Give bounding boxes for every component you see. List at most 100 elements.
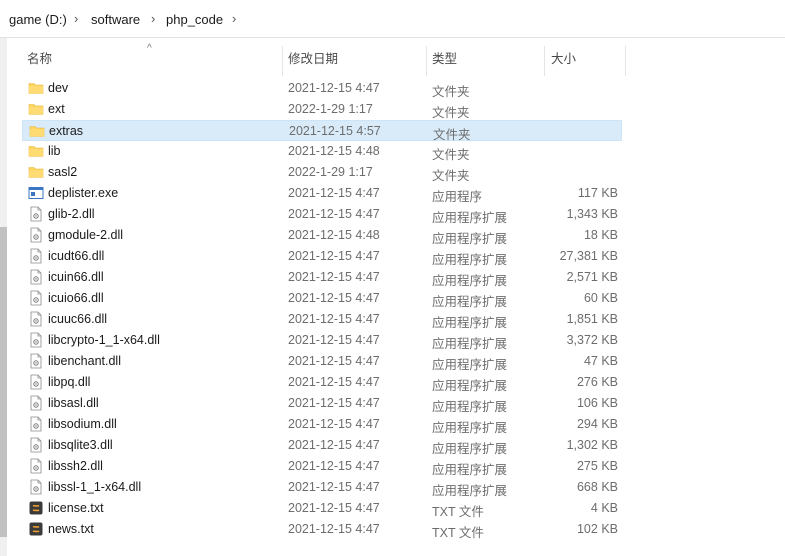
file-name: libssl-1_1-x64.dll — [48, 480, 142, 494]
file-type: 应用程序扩展 — [432, 484, 508, 498]
file-type: 文件夹 — [432, 148, 470, 162]
file-date-modified: 2021-12-15 4:47 — [288, 522, 380, 536]
file-name: glib-2.dll — [48, 207, 95, 221]
address-bar[interactable]: game (D:) › software › php_code › — [0, 0, 785, 38]
file-row[interactable]: deplister.exe 2021-12-15 4:47 应用程序 117 KB — [22, 183, 622, 204]
file-name: icuio66.dll — [48, 291, 104, 305]
file-name: libsqlite3.dll — [48, 438, 113, 452]
file-name: lib — [48, 144, 61, 158]
file-date-modified: 2021-12-15 4:47 — [288, 249, 380, 263]
file-type: 应用程序 — [432, 190, 483, 204]
file-size: 4 KB — [590, 501, 618, 515]
breadcrumb-item-php-code[interactable]: php_code — [166, 12, 223, 27]
exe-icon — [28, 185, 44, 201]
file-row[interactable]: dev 2021-12-15 4:47 文件夹 — [22, 78, 622, 99]
file-name: gmodule-2.dll — [48, 228, 124, 242]
column-divider[interactable] — [544, 46, 545, 76]
column-header-type[interactable]: 类型 — [432, 38, 457, 77]
file-size: 106 KB — [576, 396, 618, 410]
file-name: libsodium.dll — [48, 417, 117, 431]
file-type: 应用程序扩展 — [432, 337, 508, 351]
dll-icon — [28, 479, 44, 495]
file-row[interactable]: license.txt 2021-12-15 4:47 TXT 文件 4 KB — [22, 498, 622, 519]
file-row[interactable]: sasl2 2022-1-29 1:17 文件夹 — [22, 162, 622, 183]
file-row[interactable]: glib-2.dll 2021-12-15 4:47 应用程序扩展 1,343 KB — [22, 204, 622, 225]
file-date-modified: 2021-12-15 4:47 — [288, 438, 380, 452]
file-size: 275 KB — [576, 459, 618, 473]
file-row[interactable]: icuio66.dll 2021-12-15 4:47 应用程序扩展 60 KB — [22, 288, 622, 309]
file-date-modified: 2021-12-15 4:48 — [288, 144, 380, 158]
file-row[interactable]: ext 2022-1-29 1:17 文件夹 — [22, 99, 622, 120]
file-row[interactable]: libssl-1_1-x64.dll 2021-12-15 4:47 应用程序扩展 6… — [22, 477, 622, 498]
dll-icon — [28, 227, 44, 243]
file-date-modified: 2021-12-15 4:47 — [288, 480, 380, 494]
file-type: 应用程序扩展 — [432, 379, 508, 393]
column-divider[interactable] — [282, 46, 283, 76]
breadcrumb-item-software[interactable]: software — [91, 12, 140, 27]
file-type: 文件夹 — [432, 106, 470, 120]
file-name: icuuc66.dll — [48, 312, 108, 326]
dll-icon — [28, 458, 44, 474]
dll-icon — [28, 248, 44, 264]
file-row[interactable]: libsqlite3.dll 2021-12-15 4:47 应用程序扩展 1,302… — [22, 435, 622, 456]
file-row[interactable]: libcrypto-1_1-x64.dll 2021-12-15 4:47 应用程序… — [22, 330, 622, 351]
file-name: news.txt — [48, 522, 94, 536]
file-type: 应用程序扩展 — [432, 274, 508, 288]
file-date-modified: 2021-12-15 4:48 — [288, 228, 380, 242]
file-type: 应用程序扩展 — [432, 253, 508, 267]
file-date-modified: 2021-12-15 4:47 — [288, 333, 380, 347]
file-size: 668 KB — [576, 480, 618, 494]
file-row[interactable]: libenchant.dll 2021-12-15 4:47 应用程序扩展 47 KB — [22, 351, 622, 372]
file-size: 47 KB — [583, 354, 618, 368]
folder-icon — [28, 80, 44, 96]
file-size: 1,302 KB — [566, 438, 618, 452]
file-type: 应用程序扩展 — [432, 358, 508, 372]
sort-ascending-icon: ^ — [147, 43, 152, 54]
file-size: 60 KB — [583, 291, 618, 305]
chevron-right-icon[interactable]: › — [151, 11, 155, 26]
file-type: 应用程序扩展 — [432, 211, 508, 225]
file-date-modified: 2021-12-15 4:47 — [288, 501, 380, 515]
file-row[interactable]: icuin66.dll 2021-12-15 4:47 应用程序扩展 2,571 KB — [22, 267, 622, 288]
folder-icon — [28, 143, 44, 159]
chevron-right-icon[interactable]: › — [232, 11, 236, 26]
file-row[interactable]: extras 2021-12-15 4:57 文件夹 — [22, 120, 622, 142]
file-name: libcrypto-1_1-x64.dll — [48, 333, 160, 347]
column-divider[interactable] — [625, 46, 626, 76]
txt-icon — [28, 521, 44, 537]
column-header-date[interactable]: 修改日期 — [288, 38, 338, 77]
file-row[interactable]: news.txt 2021-12-15 4:47 TXT 文件 102 KB — [22, 519, 622, 540]
dll-icon — [28, 206, 44, 222]
file-name: extras — [49, 124, 84, 138]
file-row[interactable]: lib 2021-12-15 4:48 文件夹 — [22, 141, 622, 162]
breadcrumb-item-drive[interactable]: game (D:) — [9, 12, 67, 27]
file-date-modified: 2021-12-15 4:47 — [288, 270, 380, 284]
file-row[interactable]: icudt66.dll 2021-12-15 4:47 应用程序扩展 27,381 K… — [22, 246, 622, 267]
dll-icon — [28, 353, 44, 369]
file-row[interactable]: libsodium.dll 2021-12-15 4:47 应用程序扩展 294 KB — [22, 414, 622, 435]
dll-icon — [28, 374, 44, 390]
file-name: icudt66.dll — [48, 249, 105, 263]
dll-icon — [28, 290, 44, 306]
txt-icon — [28, 500, 44, 516]
file-date-modified: 2021-12-15 4:47 — [288, 186, 380, 200]
column-divider[interactable] — [426, 46, 427, 76]
folder-icon — [28, 101, 44, 117]
file-type: 应用程序扩展 — [432, 316, 508, 330]
file-row[interactable]: libpq.dll 2021-12-15 4:47 应用程序扩展 276 KB — [22, 372, 622, 393]
file-row[interactable]: libssh2.dll 2021-12-15 4:47 应用程序扩展 275 KB — [22, 456, 622, 477]
column-header-size[interactable]: 大小 — [551, 38, 576, 77]
folder-icon — [28, 164, 44, 180]
chevron-right-icon[interactable]: › — [74, 11, 78, 26]
file-date-modified: 2021-12-15 4:47 — [288, 81, 380, 95]
file-date-modified: 2022-1-29 1:17 — [288, 102, 373, 116]
column-header-name[interactable]: 名称 — [27, 38, 52, 77]
file-row[interactable]: libsasl.dll 2021-12-15 4:47 应用程序扩展 106 KB — [22, 393, 622, 414]
file-row[interactable]: icuuc66.dll 2021-12-15 4:47 应用程序扩展 1,851 KB — [22, 309, 622, 330]
file-date-modified: 2021-12-15 4:47 — [288, 396, 380, 410]
file-type: TXT 文件 — [432, 505, 484, 519]
dll-icon — [28, 416, 44, 432]
file-row[interactable]: gmodule-2.dll 2021-12-15 4:48 应用程序扩展 18 KB — [22, 225, 622, 246]
file-date-modified: 2021-12-15 4:47 — [288, 312, 380, 326]
scrollbar-thumb[interactable] — [0, 227, 7, 537]
